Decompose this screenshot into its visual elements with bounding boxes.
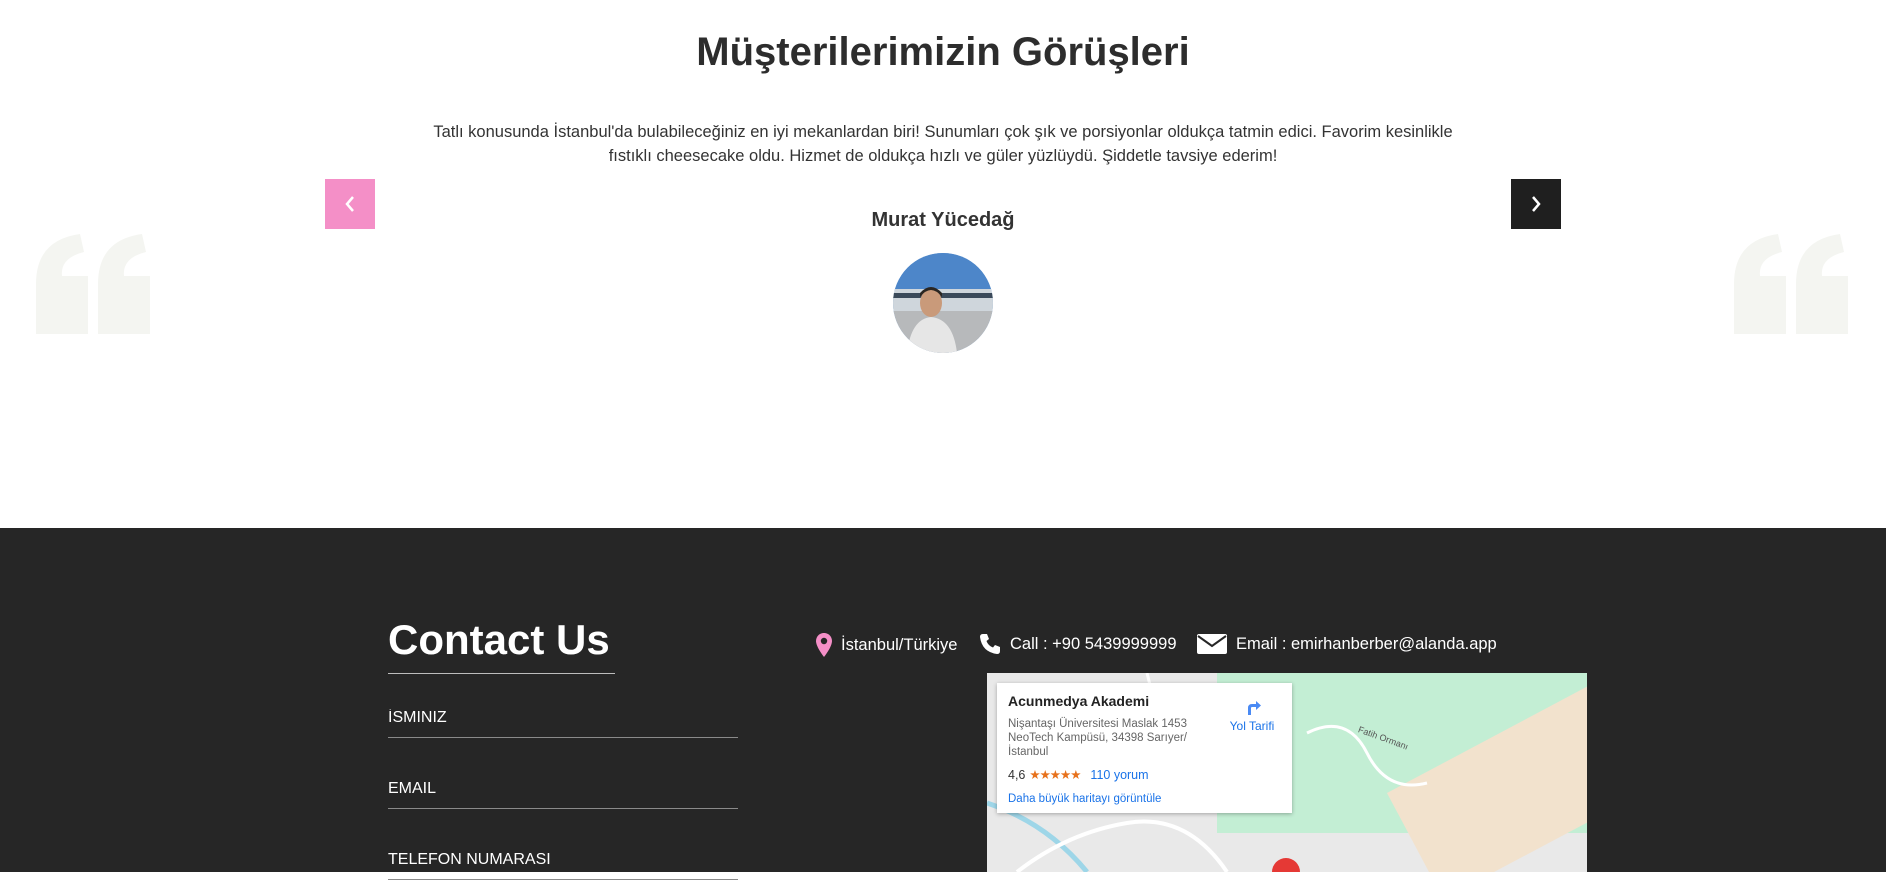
testimonials-section: Müşterilerimizin Görüşleri Tatlı konusun… (0, 0, 1886, 528)
rating-value: 4,6 (1008, 767, 1026, 782)
larger-map-link[interactable]: Daha büyük haritayı görüntüle (1008, 793, 1161, 805)
phone-input[interactable] (388, 841, 738, 879)
phone-field (388, 841, 738, 880)
place-address: Nişantaşı Üniversitesi Maslak 1453 NeoTe… (1008, 718, 1187, 758)
place-name: Acunmedya Akademi (1008, 693, 1150, 709)
testimonials-title: Müşterilerimizin Görüşleri (696, 30, 1190, 74)
testimonial-quote: Tatlı konusunda İstanbul'da bulabileceği… (433, 123, 1453, 165)
map-info-card: Acunmedya Akademi Nişantaşı Üniversitesi… (997, 683, 1292, 813)
contact-title: Contact Us (388, 616, 610, 663)
location-info: İstanbul/Türkiye (815, 632, 957, 658)
directions-icon (1248, 701, 1261, 715)
place-rating: 4,6 ★★★★★ 110 yorum (1008, 767, 1149, 783)
email-field (388, 770, 738, 809)
avatar (893, 253, 993, 353)
envelope-icon (1197, 634, 1227, 654)
directions-button[interactable]: Yol Tarifi (1222, 697, 1282, 733)
map-pin-icon (816, 633, 832, 657)
quote-mark-icon (1734, 234, 1848, 334)
testimonial-author: Murat Yücedağ (871, 209, 1015, 231)
phone-icon (980, 634, 1000, 654)
directions-label: Yol Tarifi (1229, 719, 1275, 733)
phone-info: Call : +90 5439999999 (978, 632, 1177, 656)
name-field (388, 699, 738, 738)
star-rating-icon: ★★★★★ (1029, 768, 1081, 782)
contact-section: Contact Us İstanbul/Türkiye Call : +90 5… (0, 528, 1886, 880)
map-embed[interactable]: Fatih Ormanı Acunmedya Akademi Nişantaşı… (987, 673, 1587, 872)
location-text: İstanbul/Türkiye (841, 635, 958, 654)
quote-mark-icon (36, 234, 150, 334)
email-info: Email : emirhanberber@alanda.app (1196, 632, 1497, 656)
name-input[interactable] (388, 699, 738, 737)
phone-text[interactable]: Call : +90 5439999999 (1010, 635, 1177, 654)
email-text[interactable]: Email : emirhanberber@alanda.app (1236, 635, 1497, 654)
reviews-link[interactable]: 110 yorum (1090, 768, 1148, 782)
title-divider (388, 673, 615, 674)
email-input[interactable] (388, 770, 738, 808)
